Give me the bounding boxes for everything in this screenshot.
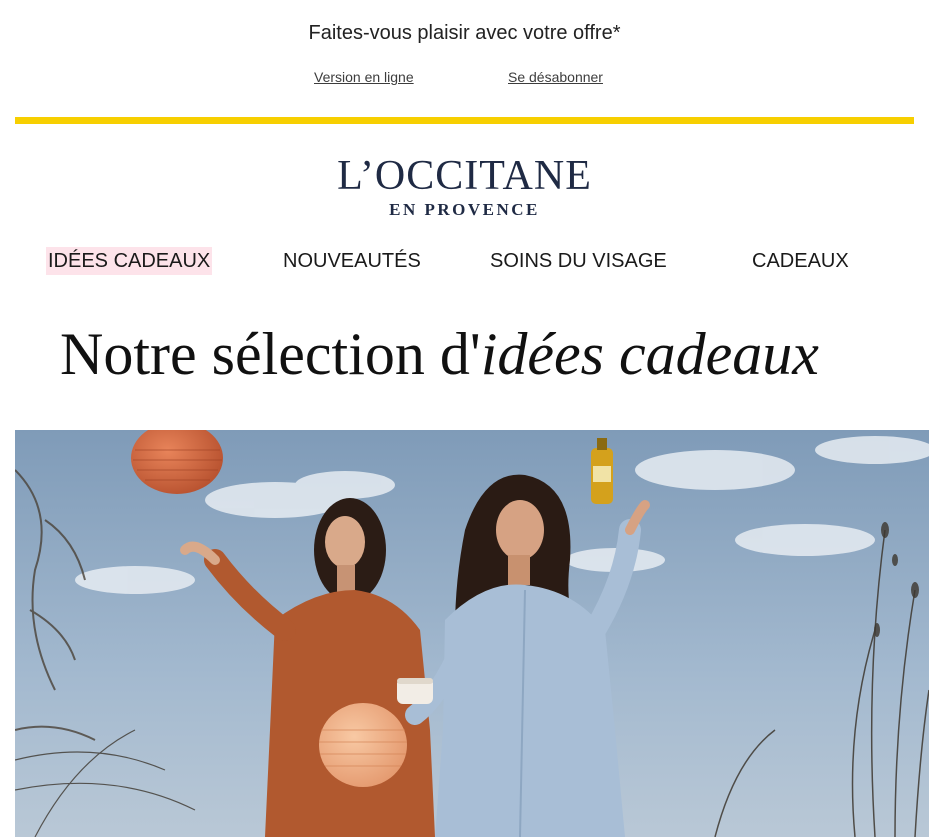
- brand-tagline: EN PROVENCE: [389, 200, 540, 219]
- preheader-text: Faites-vous plaisir avec votre offre*: [308, 22, 621, 44]
- accent-divider: [15, 117, 914, 124]
- online-version-link[interactable]: Version en ligne: [314, 69, 414, 85]
- nav-item-nouveautes[interactable]: NOUVEAUTÉS: [283, 247, 421, 275]
- top-links: Version en ligne Se désabonner: [0, 69, 929, 89]
- hero-photo-illustration: [15, 430, 929, 837]
- nav-item-idees-cadeaux[interactable]: IDÉES CADEAUX: [46, 247, 213, 275]
- brand-logo[interactable]: L’OCCITANE EN PROVENCE: [0, 152, 929, 220]
- headline-plain: Notre sélection d': [60, 321, 481, 387]
- nav-item-cadeaux[interactable]: CADEAUX: [752, 247, 849, 275]
- hero-image[interactable]: [15, 430, 929, 837]
- main-navigation: IDÉES CADEAUX NOUVEAUTÉS SOINS DU VISAGE…: [0, 247, 929, 277]
- brand-name: L’OCCITANE: [337, 153, 592, 199]
- unsubscribe-link[interactable]: Se désabonner: [508, 69, 603, 85]
- headline-italic: idées cadeaux: [480, 321, 819, 387]
- nav-item-soins-visage[interactable]: SOINS DU VISAGE: [490, 247, 667, 275]
- page-headline: Notre sélection d'idées cadeaux: [60, 318, 920, 390]
